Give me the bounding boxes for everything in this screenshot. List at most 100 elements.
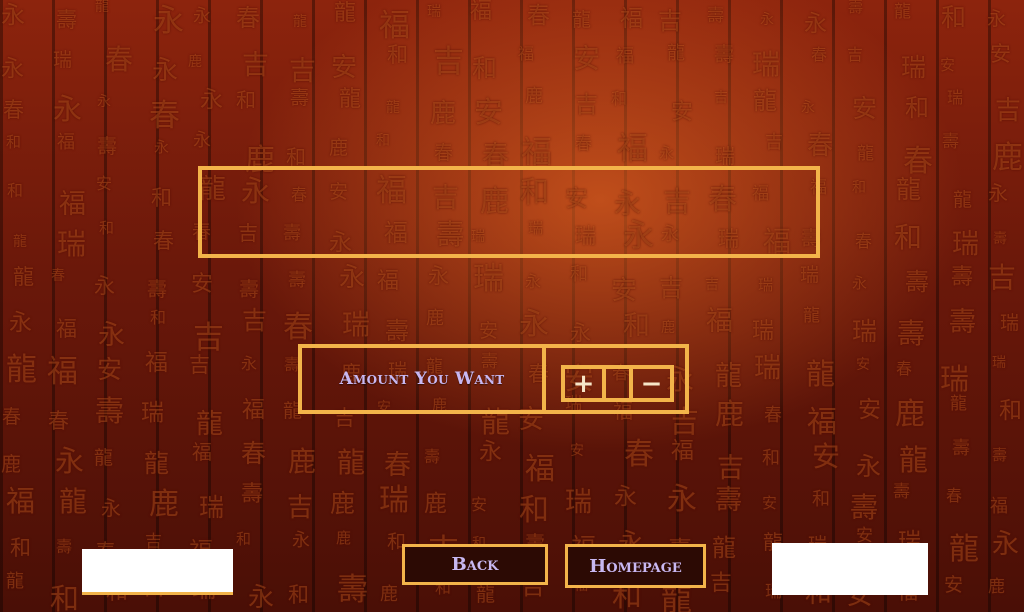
background-glyph: 吉	[242, 50, 269, 81]
background-glyph: 福	[59, 189, 86, 220]
background-glyph: 吉	[995, 96, 1022, 126]
background-glyph: 永	[856, 452, 882, 481]
background-glyph: 春	[2, 406, 22, 428]
background-glyph: 龍	[144, 449, 170, 478]
background-glyph: 龍	[339, 87, 362, 112]
minus-icon: −	[640, 368, 663, 399]
background-glyph: 瑞	[1000, 312, 1020, 334]
background-glyph: 龍	[572, 9, 592, 31]
background-glyph: 安	[573, 44, 600, 75]
background-glyph: 永	[154, 138, 170, 156]
background-glyph: 鹿	[149, 487, 179, 522]
background-glyph: 安	[852, 94, 878, 123]
background-glyph: 和	[50, 582, 80, 612]
homepage-button[interactable]: Homepage	[565, 544, 706, 588]
background-glyph: 瑞	[427, 4, 441, 20]
background-glyph: 福	[242, 397, 265, 423]
background-glyph: 龍	[806, 357, 836, 391]
background-glyph: 春	[105, 43, 134, 76]
background-glyph: 春	[48, 409, 69, 433]
background-glyph: 春	[807, 131, 834, 161]
background-glyph: 瑞	[947, 88, 964, 107]
background-glyph: 和	[894, 221, 923, 254]
background-glyph: 龍	[712, 534, 736, 562]
quantity-value	[602, 369, 633, 398]
increment-button[interactable]: +	[565, 368, 602, 399]
background-glyph: 龍	[715, 361, 742, 392]
background-glyph: 春	[149, 98, 180, 134]
background-glyph: 永	[152, 56, 179, 86]
background-glyph: 龍	[196, 409, 223, 440]
background-glyph: 吉	[658, 7, 682, 35]
background-glyph: 壽	[715, 485, 742, 516]
background-glyph: 龍	[896, 175, 922, 204]
background-glyph: 永	[1, 56, 24, 82]
decrement-button[interactable]: −	[633, 368, 670, 399]
background-glyph: 龍	[334, 1, 357, 26]
background-glyph: 永	[292, 530, 310, 551]
background-glyph: 春	[811, 45, 828, 64]
background-glyph: 福	[57, 132, 75, 153]
background-glyph: 龍	[13, 234, 27, 250]
background-glyph: 鹿	[895, 397, 925, 432]
background-glyph: 瑞	[715, 144, 735, 168]
background-glyph: 安	[570, 443, 584, 459]
background-glyph: 鹿	[330, 489, 356, 518]
background-glyph: 和	[762, 448, 780, 469]
background-glyph: 永	[98, 320, 125, 351]
background-glyph: 鹿	[715, 397, 745, 431]
background-glyph: 鹿	[424, 491, 447, 517]
background-glyph: 和	[812, 489, 830, 510]
background-glyph: 鹿	[188, 54, 202, 70]
background-glyph: 吉	[705, 277, 719, 293]
background-glyph: 吉	[710, 571, 733, 596]
background-glyph: 壽	[241, 482, 264, 507]
background-glyph: 吉	[287, 493, 314, 523]
background-glyph: 和	[150, 308, 167, 327]
background-glyph: 龍	[6, 352, 37, 388]
background-glyph: 吉	[242, 306, 268, 335]
background-glyph: 福	[518, 44, 535, 63]
background-glyph: 壽	[893, 482, 910, 502]
background-glyph: 春	[283, 310, 313, 345]
background-glyph: 和	[852, 180, 866, 196]
background-glyph: 壽	[848, 0, 864, 16]
background-glyph: 春	[855, 232, 872, 252]
background-glyph: 永	[248, 583, 275, 612]
background-glyph: 吉	[193, 320, 224, 356]
back-button[interactable]: Back	[402, 544, 548, 585]
background-glyph: 春	[624, 437, 654, 472]
background-glyph: 龍	[59, 485, 88, 518]
background-glyph: 永	[339, 263, 366, 293]
background-glyph: 永	[97, 94, 111, 110]
background-glyph: 春	[896, 359, 913, 378]
background-glyph: 安	[474, 95, 504, 129]
background-glyph: 安	[331, 53, 358, 83]
background-glyph: 瑞	[141, 400, 164, 426]
background-glyph: 和	[941, 3, 967, 32]
background-glyph: 安	[944, 574, 964, 596]
background-glyph: 龍	[95, 0, 109, 15]
background-glyph: 永	[55, 444, 85, 478]
background-glyph: 瑞	[565, 487, 592, 518]
calligraphy-background: 永永春和和龍龍永龍春鹿福和龍壽瑞永福福瑞春福福春永龍壽和龍春永壽安和永永安壽龍永…	[0, 0, 1024, 612]
background-glyph: 鹿	[380, 584, 398, 605]
background-glyph: 瑞	[752, 48, 781, 81]
background-glyph: 福	[192, 440, 212, 464]
left-white-panel	[82, 549, 233, 595]
background-glyph: 春	[241, 439, 267, 468]
background-glyph: 壽	[337, 572, 368, 608]
background-glyph: 瑞	[952, 229, 979, 260]
background-glyph: 安	[479, 320, 499, 342]
background-glyph: 鹿	[430, 99, 457, 129]
background-glyph: 和	[7, 181, 24, 200]
background-glyph: 春	[575, 134, 592, 154]
background-glyph: 春	[946, 486, 963, 505]
background-glyph: 鹿	[988, 577, 1005, 597]
plus-icon: +	[572, 368, 595, 399]
background-glyph: 和	[10, 536, 31, 560]
background-glyph: 春	[153, 229, 174, 253]
background-glyph: 瑞	[940, 362, 970, 396]
background-glyph: 和	[151, 186, 172, 210]
background-glyph: 永	[519, 307, 549, 342]
